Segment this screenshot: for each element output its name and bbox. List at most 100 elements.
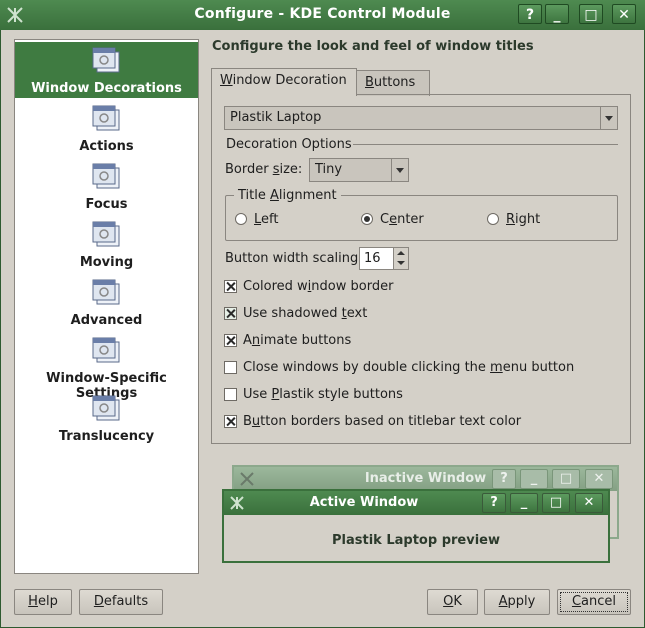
sidebar-item-label: Window Decorations (31, 81, 182, 96)
label-part: ancel (581, 594, 617, 609)
sidebar-item-advanced[interactable]: Advanced (15, 274, 198, 330)
label-part: ext (346, 306, 368, 321)
active-window-titlebar: Active Window ? _ □ ✕ (224, 491, 608, 515)
sidebar-item-label: Moving (79, 255, 134, 270)
tab-buttons[interactable]: Buttons (356, 70, 430, 96)
active-window-title: Active Window (309, 495, 419, 510)
label-part: K (453, 594, 462, 609)
title-bar[interactable]: Configure - KDE Control Module ? _ □ ✕ (0, 0, 645, 30)
button-borders-checkbox[interactable] (224, 415, 237, 428)
button-width-label: Button width scaling (225, 251, 359, 266)
minimize-button[interactable]: _ (545, 4, 569, 24)
chevron-down-icon[interactable] (600, 107, 617, 129)
sidebar-item-moving[interactable]: Moving (15, 216, 198, 272)
help-button[interactable]: Help (14, 589, 72, 615)
maximize-icon: □ (552, 469, 580, 489)
divider (353, 144, 618, 145)
tab-window-decoration[interactable]: Window Decoration (211, 68, 357, 96)
shadowed-text-label[interactable]: Use shadowed text (243, 306, 367, 321)
ok-button[interactable]: OK (427, 589, 478, 615)
label-part: elp (37, 594, 58, 609)
radio-right[interactable] (487, 213, 499, 225)
label-part: Colored w (243, 279, 308, 294)
plastik-buttons-checkbox[interactable] (224, 388, 237, 401)
label-part: A (243, 333, 252, 348)
spin-arrows[interactable] (393, 248, 408, 269)
radio-left-label[interactable]: Left (254, 212, 278, 227)
sidebar-item-window-decorations[interactable]: Window Decorations (15, 42, 198, 98)
colored-border-checkbox[interactable] (224, 280, 237, 293)
active-window-preview: Active Window ? _ □ ✕ Plastik Laptop pre… (222, 489, 610, 563)
apply-button[interactable]: Apply (484, 589, 550, 615)
radio-center-label[interactable]: Center (380, 212, 424, 227)
label-part: Title (238, 188, 270, 203)
label-part: nter (397, 212, 424, 227)
label-mnemonic: L (254, 212, 262, 227)
sidebar-item-focus[interactable]: Focus (15, 158, 198, 214)
label-mnemonic: e (389, 212, 398, 227)
title-alignment-heading: Title Alignment (234, 188, 341, 203)
sidebar-item-actions[interactable]: Actions (15, 100, 198, 156)
radio-left[interactable] (235, 213, 247, 225)
label-mnemonic: D (93, 594, 104, 609)
help-title-button[interactable]: ? (518, 4, 542, 24)
label-mnemonic: O (443, 594, 454, 609)
decoration-select-value: Plastik Laptop (230, 110, 322, 125)
module-sidebar: Window Decorations Actions Focus Moving … (14, 39, 199, 574)
moving-icon (92, 221, 120, 247)
window-specific-settings-icon (92, 337, 120, 363)
decoration-select[interactable]: Plastik Laptop (224, 106, 618, 130)
label-part: Close windows by double clicking the (243, 360, 491, 375)
sidebar-item-label: Focus (85, 197, 128, 212)
radio-center[interactable] (361, 213, 373, 225)
label-part: efaults (103, 594, 149, 609)
tab-label: indow Decoration (232, 73, 347, 88)
button-borders-label[interactable]: Button borders based on titlebar text co… (243, 414, 521, 429)
label-part: Use shadowed (243, 306, 342, 321)
chevron-down-icon[interactable] (391, 159, 408, 181)
label-mnemonic: A (270, 188, 279, 203)
close-icon: ✕ (575, 493, 603, 513)
colored-border-label[interactable]: Colored window border (243, 279, 393, 294)
sidebar-item-label: Actions (79, 139, 134, 154)
tab-mnemonic: W (220, 73, 233, 88)
tab-mnemonic: B (365, 75, 374, 90)
maximize-icon: □ (542, 493, 570, 513)
tab-label: uttons (373, 75, 416, 90)
maximize-button[interactable]: □ (579, 4, 603, 24)
label-mnemonic: H (28, 594, 38, 609)
border-size-select[interactable]: Tiny (309, 158, 409, 182)
button-width-spinbox[interactable]: 16 (359, 247, 409, 270)
close-double-click-label[interactable]: Close windows by double clicking the men… (243, 360, 574, 375)
label-part: Border (225, 162, 273, 177)
plastik-buttons-label[interactable]: Use Plastik style buttons (243, 387, 403, 402)
label-part: lastik style buttons (279, 387, 403, 402)
label-part: C (380, 212, 390, 227)
radio-right-label[interactable]: Right (506, 212, 540, 227)
border-size-value: Tiny (315, 162, 343, 177)
animate-buttons-checkbox[interactable] (224, 334, 237, 347)
label-part: ight (515, 212, 541, 227)
spin-down-icon[interactable] (397, 261, 405, 265)
label-mnemonic: s (272, 162, 280, 177)
minimize-icon: _ (510, 493, 538, 513)
animate-buttons-label[interactable]: Animate buttons (243, 333, 351, 348)
label-part: B (243, 414, 252, 429)
button-width-value[interactable]: 16 (364, 251, 381, 266)
sidebar-item-window-specific-settings[interactable]: Window-Specific Settings (15, 332, 198, 401)
help-icon: ? (492, 469, 516, 489)
help-icon: ? (482, 493, 506, 513)
close-double-click-checkbox[interactable] (224, 361, 237, 374)
sidebar-item-translucency[interactable]: Translucency (15, 390, 198, 446)
label-mnemonic: R (506, 212, 516, 227)
label-part: enu button (502, 360, 575, 375)
label-part: lignment (278, 188, 337, 203)
close-button[interactable]: ✕ (612, 4, 636, 24)
label-part: ize: (279, 162, 303, 177)
spin-up-icon[interactable] (397, 251, 405, 255)
cancel-button[interactable]: Cancel (557, 589, 631, 615)
decoration-options-heading: Decoration Options (226, 137, 352, 152)
shadowed-text-checkbox[interactable] (224, 307, 237, 320)
defaults-button[interactable]: Defaults (79, 589, 163, 615)
preview-caption: Plastik Laptop preview (332, 533, 500, 548)
